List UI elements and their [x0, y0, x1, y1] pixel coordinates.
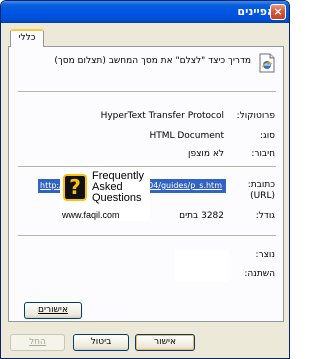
- separator-bottom: [18, 235, 276, 237]
- apply-button[interactable]: החל: [10, 334, 65, 351]
- document-ie-icon: [259, 53, 275, 73]
- ok-button[interactable]: אישור: [135, 334, 195, 351]
- modified-label: השתנה:: [244, 269, 275, 279]
- address-label: כתובת:: [247, 180, 275, 190]
- certificates-button[interactable]: אישורים: [24, 302, 82, 319]
- address-value-end: 004/guides/p_s.htm: [143, 181, 222, 190]
- faq-line-3: Questions: [92, 192, 142, 204]
- protocol-value: HyperText Transfer Protocol: [100, 111, 224, 121]
- size-value: 3282 בתים: [179, 211, 224, 221]
- dates-blank-area: [175, 250, 229, 282]
- tab-general[interactable]: כללי: [10, 29, 44, 47]
- size-label: גודל:: [255, 211, 275, 221]
- connection-label: חיבור:: [251, 149, 275, 159]
- close-button[interactable]: ×: [270, 4, 286, 20]
- separator-middle: [18, 166, 276, 168]
- faq-watermark-logo: ? Frequently Asked Questions www.faqil.c…: [60, 169, 150, 221]
- connection-value: לא מוצפן: [188, 149, 224, 159]
- title-bar[interactable]: מאפיינים ×: [1, 1, 289, 23]
- question-mark-icon: ?: [63, 174, 87, 201]
- document-title: מדריך כיצד "לצלם" את מסך המחשב (תצלום מס…: [54, 56, 251, 66]
- protocol-label: פרוטוקול:: [236, 111, 275, 121]
- type-label: סוג:: [259, 131, 275, 141]
- separator-top: [18, 91, 276, 93]
- properties-dialog: מאפיינים × כללי מדריך כיצד "לצלם" את מסך…: [0, 0, 290, 359]
- faq-url: www.faqil.com: [62, 210, 120, 220]
- address-label-sub: (URL): [250, 191, 275, 201]
- type-value: HTML Document: [149, 131, 224, 141]
- created-label: נוצר:: [255, 250, 275, 260]
- cancel-button[interactable]: ביטול: [73, 334, 129, 351]
